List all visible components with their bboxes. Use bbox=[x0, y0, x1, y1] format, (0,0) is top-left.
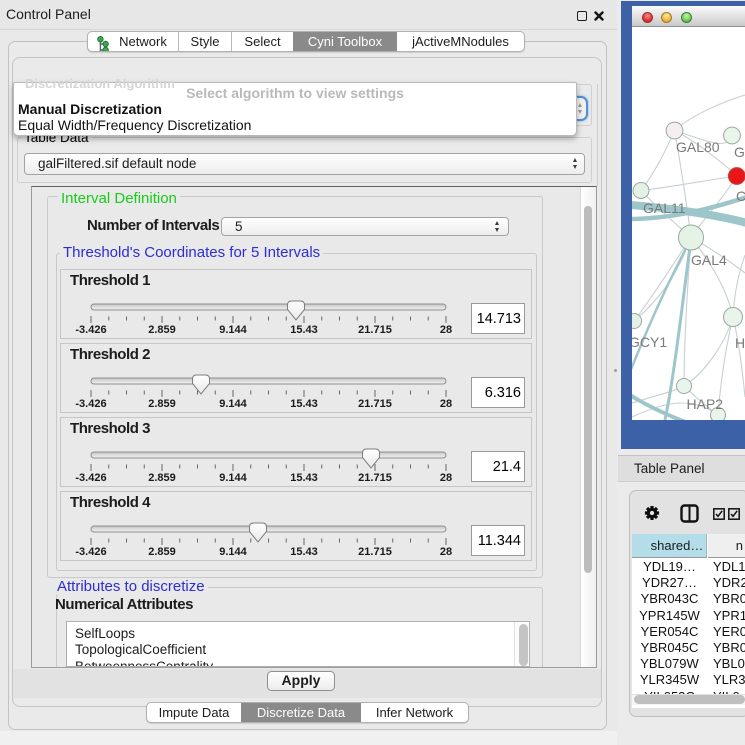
svg-text:9.144: 9.144 bbox=[219, 546, 247, 558]
svg-text:-3.426: -3.426 bbox=[75, 398, 106, 410]
svg-text:2.859: 2.859 bbox=[148, 324, 176, 336]
svg-text:GAL80: GAL80 bbox=[676, 139, 720, 155]
svg-text:15.43: 15.43 bbox=[290, 546, 318, 558]
svg-text:9.144: 9.144 bbox=[219, 398, 247, 410]
svg-text:2.859: 2.859 bbox=[148, 546, 176, 558]
svg-text:GAL11: GAL11 bbox=[643, 200, 686, 216]
svg-text:GAL4: GAL4 bbox=[691, 252, 727, 268]
svg-text:CD: CD bbox=[736, 188, 745, 204]
svg-text:21.715: 21.715 bbox=[358, 546, 392, 558]
svg-text:9.144: 9.144 bbox=[219, 472, 247, 484]
svg-text:21.715: 21.715 bbox=[358, 398, 392, 410]
svg-text:GCY1: GCY1 bbox=[632, 334, 667, 350]
svg-text:HAP2: HAP2 bbox=[687, 396, 724, 412]
svg-text:28: 28 bbox=[440, 324, 452, 336]
svg-text:9.144: 9.144 bbox=[219, 324, 247, 336]
svg-text:HA: HA bbox=[735, 335, 745, 351]
svg-text:21.715: 21.715 bbox=[358, 472, 392, 484]
svg-text:21.715: 21.715 bbox=[358, 324, 392, 336]
svg-text:28: 28 bbox=[440, 398, 452, 410]
svg-text:15.43: 15.43 bbox=[290, 472, 318, 484]
svg-text:2.859: 2.859 bbox=[148, 398, 176, 410]
svg-text:-3.426: -3.426 bbox=[75, 472, 106, 484]
svg-text:-3.426: -3.426 bbox=[75, 324, 106, 336]
svg-text:15.43: 15.43 bbox=[290, 324, 318, 336]
svg-text:15.43: 15.43 bbox=[290, 398, 318, 410]
svg-text:GA: GA bbox=[734, 144, 745, 160]
svg-text:28: 28 bbox=[440, 546, 452, 558]
svg-text:28: 28 bbox=[440, 472, 452, 484]
svg-text:2.859: 2.859 bbox=[148, 472, 176, 484]
svg-text:-3.426: -3.426 bbox=[75, 546, 106, 558]
